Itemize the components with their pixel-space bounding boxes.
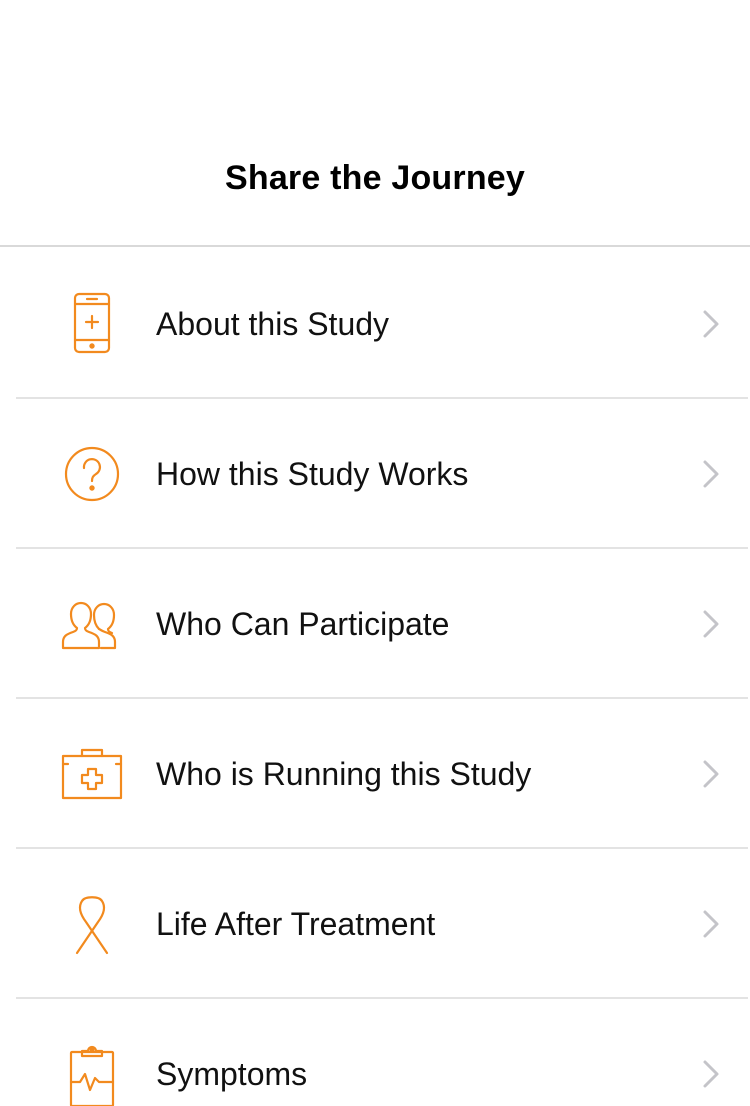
menu-item-who-is-running[interactable]: Who is Running this Study <box>0 699 750 849</box>
menu-item-life-after-treatment[interactable]: Life After Treatment <box>0 849 750 999</box>
chevron-right-icon <box>696 908 724 940</box>
chevron-right-icon <box>696 1058 724 1090</box>
menu-item-how-study-works[interactable]: How this Study Works <box>0 399 750 549</box>
menu-item-symptoms[interactable]: Symptoms <box>0 999 750 1106</box>
menu-item-who-can-participate[interactable]: Who Can Participate <box>0 549 750 699</box>
menu-item-label: How this Study Works <box>156 456 469 492</box>
phone-plus-icon <box>58 292 126 356</box>
chevron-right-icon <box>696 608 724 640</box>
navigation-bar: Share the Journey <box>0 0 750 247</box>
ribbon-icon <box>58 892 126 956</box>
menu-item-label: Who is Running this Study <box>156 756 532 792</box>
page-title: Share the Journey <box>224 159 526 197</box>
chevron-right-icon <box>696 758 724 790</box>
menu-item-label: Who Can Participate <box>156 606 450 642</box>
menu-item-label: Life After Treatment <box>156 906 436 942</box>
chevron-right-icon <box>696 308 724 340</box>
chevron-right-icon <box>696 458 724 490</box>
people-icon <box>58 592 126 656</box>
medical-kit-icon <box>58 742 126 806</box>
menu-item-label: Symptoms <box>156 1056 308 1092</box>
menu-item-about-study[interactable]: About this Study <box>0 249 750 399</box>
menu-item-label: About this Study <box>156 306 390 342</box>
question-circle-icon <box>58 442 126 506</box>
menu-list: About this Study How this Study Works Wh… <box>0 249 750 1106</box>
clipboard-pulse-icon <box>58 1042 126 1106</box>
screen: Share the Journey About this Study How t… <box>0 0 750 1106</box>
